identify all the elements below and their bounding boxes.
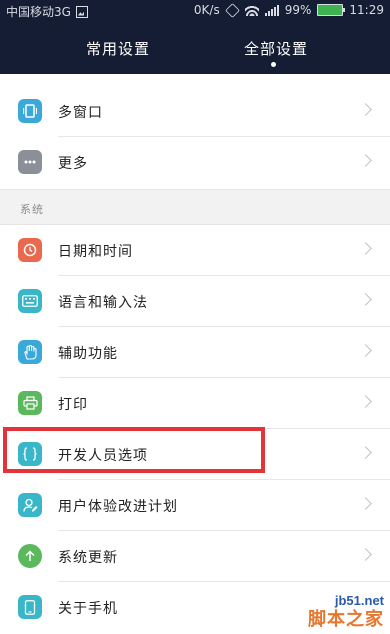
settings-row-label: 开发人员选项 [58,448,148,464]
settings-row-language-input[interactable]: 语言和输入法 [0,276,390,327]
settings-row-label: 打印 [58,397,88,413]
settings-row-label: 系统更新 [58,550,118,566]
image-notification-icon [75,5,88,18]
tab-common-settings[interactable]: 常用设置 [86,38,150,59]
status-bar: 中国移动3G 0K/s 99% 11:29 [0,0,390,22]
signal-icon [264,4,279,16]
clock-icon [18,238,42,262]
settings-row-print[interactable]: 打印 [0,378,390,429]
battery-icon [317,4,346,16]
settings-row-label: 日期和时间 [58,244,133,260]
active-tab-indicator [271,62,276,67]
braces-icon [18,442,42,466]
chevron-right-icon [359,344,372,357]
settings-row-label: 语言和输入法 [58,295,148,311]
chevron-right-icon [359,497,372,510]
user-edit-icon [18,493,42,517]
section-title: 系统 [20,203,44,216]
settings-row-label: 更多 [58,156,88,172]
settings-row-label: 辅助功能 [58,346,118,362]
settings-row-label: 用户体验改进计划 [58,499,178,515]
settings-row-developer-options[interactable]: 开发人员选项 [0,429,390,480]
settings-row-more[interactable]: 更多 [0,137,390,188]
clock-time: 11:29 [349,3,384,17]
tab-all-settings[interactable]: 全部设置 [244,38,308,59]
hand-icon [18,340,42,364]
chevron-right-icon [359,548,372,561]
settings-row-system-update[interactable]: 系统更新 [0,531,390,582]
section-header-system: 系统 [0,189,390,225]
multi-window-icon [18,99,42,123]
chevron-right-icon [359,395,372,408]
settings-row-label: 多窗口 [58,105,103,121]
status-left: 中国移动3G [6,3,88,20]
arrow-up-icon [18,544,42,568]
network-speed: 0K/s [193,3,220,17]
rotation-lock-icon [224,2,240,18]
settings-tab-header: 常用设置 全部设置 [0,22,390,74]
more-icon [18,150,42,174]
battery-percent: 99% [284,3,312,17]
phone-icon [18,595,42,619]
chevron-right-icon [359,103,372,116]
settings-row-date-time[interactable]: 日期和时间 [0,225,390,276]
chevron-right-icon [359,154,372,167]
keyboard-icon [18,289,42,313]
settings-row-accessibility[interactable]: 辅助功能 [0,327,390,378]
settings-row-user-experience[interactable]: 用户体验改进计划 [0,480,390,531]
chevron-right-icon [359,242,372,255]
settings-row-multi-window[interactable]: 多窗口 [0,86,390,137]
printer-icon [18,391,42,415]
watermark-text: 脚本之家 [308,609,384,630]
chevron-right-icon [359,293,372,306]
status-right: 0K/s 99% 11:29 [193,2,384,18]
watermark: jb51.net 脚本之家 [250,588,390,634]
chevron-right-icon [359,446,372,459]
settings-row-label: 关于手机 [58,601,118,617]
wifi-icon [244,4,259,16]
carrier-text: 中国移动3G [6,5,71,19]
